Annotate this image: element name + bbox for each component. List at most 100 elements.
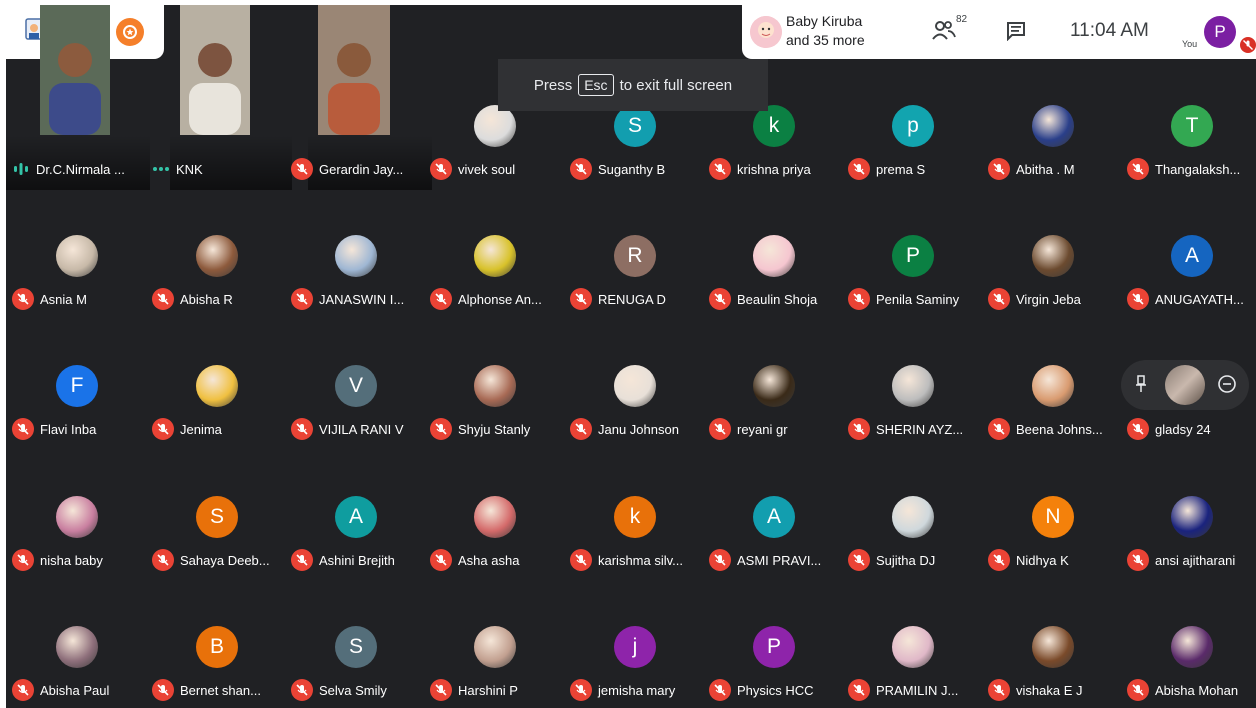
participant-name: Beaulin Shoja <box>737 291 818 307</box>
participant-tile[interactable]: Sujitha DJ <box>842 451 982 581</box>
chat-button[interactable] <box>1006 21 1026 46</box>
toast-press: Press <box>533 76 573 94</box>
muted-mic-icon <box>848 158 870 180</box>
participant-name-row: Asha asha <box>430 549 519 571</box>
participant-name: Ashini Brejith <box>319 552 395 568</box>
presenter-info[interactable]: Baby Kiruba and 35 more <box>786 12 865 50</box>
participant-initial-avatar: T <box>1171 105 1213 147</box>
muted-mic-icon <box>152 418 174 440</box>
presenter-others: and 35 more <box>786 32 865 48</box>
muted-mic-icon <box>709 418 731 440</box>
muted-mic-icon <box>709 679 731 701</box>
participant-tile[interactable]: Jenima <box>146 320 286 450</box>
participant-tile[interactable]: k karishma silv... <box>564 451 704 581</box>
meeting-stage: Baby Kiruba and 35 more 82 11:04 AM You … <box>6 5 1256 708</box>
participant-tile[interactable]: B Bernet shan... <box>146 581 286 708</box>
participant-photo-avatar <box>56 235 98 277</box>
participant-name: KNK <box>176 161 203 177</box>
participant-tile[interactable]: Shyju Stanly <box>424 320 564 450</box>
participant-name-row: Abisha Paul <box>12 679 109 701</box>
participant-photo-avatar <box>335 235 377 277</box>
participant-tile[interactable]: PRAMILIN J... <box>842 581 982 708</box>
speaking-icon <box>14 163 28 175</box>
participant-name-row: ANUGAYATH... <box>1127 288 1244 310</box>
participant-name: Gerardin Jay... <box>319 161 404 177</box>
participant-photo-avatar <box>1032 105 1074 147</box>
participant-tile[interactable]: Asha asha <box>424 451 564 581</box>
participant-tile[interactable]: gladsy 24 <box>1121 320 1256 450</box>
participant-tile[interactable]: S Sahaya Deeb... <box>146 451 286 581</box>
muted-mic-icon <box>1127 549 1149 571</box>
esc-key: Esc <box>578 74 614 96</box>
muted-mic-icon <box>1127 158 1149 180</box>
participant-tile[interactable]: R RENUGA D <box>564 190 704 320</box>
participant-photo-avatar <box>892 365 934 407</box>
participant-photo-avatar <box>1032 626 1074 668</box>
participant-tile[interactable]: ansi ajitharani <box>1121 451 1256 581</box>
participant-tile[interactable]: p prema S <box>842 60 982 190</box>
muted-mic-icon <box>988 158 1010 180</box>
participant-name-row: Sahaya Deeb... <box>152 549 270 571</box>
you-label: You <box>1182 39 1198 49</box>
participant-name: Virgin Jeba <box>1016 291 1081 307</box>
participant-tile[interactable]: vishaka E J <box>982 581 1122 708</box>
participant-tile[interactable]: SHERIN AYZ... <box>842 320 982 450</box>
participant-photo-avatar <box>892 626 934 668</box>
participant-tile[interactable]: Dr.C.Nirmala ... <box>6 5 150 190</box>
muted-mic-icon <box>430 158 452 180</box>
participant-tile[interactable]: A ASMI PRAVI... <box>703 451 843 581</box>
self-muted-icon <box>1240 37 1256 53</box>
participant-photo-avatar <box>474 235 516 277</box>
participant-tile[interactable]: Abisha R <box>146 190 286 320</box>
participant-name: gladsy 24 <box>1155 421 1211 437</box>
participant-tile[interactable]: N Nidhya K <box>982 451 1122 581</box>
participant-tile[interactable]: KNK <box>146 5 292 190</box>
participant-tile[interactable]: Harshini P <box>424 581 564 708</box>
audio-dots-icon <box>153 167 169 171</box>
participant-tile[interactable]: V VIJILA RANI V <box>285 320 425 450</box>
self-avatar[interactable]: P <box>1204 16 1236 48</box>
participant-initial-avatar: P <box>753 626 795 668</box>
participant-name-row: Flavi Inba <box>12 418 96 440</box>
participant-tile[interactable]: A Ashini Brejith <box>285 451 425 581</box>
participant-tile[interactable]: j jemisha mary <box>564 581 704 708</box>
participant-name: Selva Smily <box>319 682 387 698</box>
muted-mic-icon <box>570 418 592 440</box>
participant-tile[interactable]: Janu Johnson <box>564 320 704 450</box>
participant-tile[interactable]: reyani gr <box>703 320 843 450</box>
participant-tile[interactable]: Abisha Mohan <box>1121 581 1256 708</box>
people-button[interactable]: 82 <box>932 14 967 46</box>
participant-tile[interactable]: Abitha . M <box>982 60 1122 190</box>
participant-tile[interactable]: JANASWIN I... <box>285 190 425 320</box>
participant-tile[interactable]: nisha baby <box>6 451 146 581</box>
participant-name: Asnia M <box>40 291 87 307</box>
participant-name: Abisha Mohan <box>1155 682 1239 698</box>
participant-tile[interactable]: Gerardin Jay... <box>285 5 432 190</box>
pin-icon[interactable] <box>1135 375 1147 393</box>
participant-tile[interactable]: Beaulin Shoja <box>703 190 843 320</box>
participant-name-row: Ashini Brejith <box>291 549 395 571</box>
participant-initial-avatar: p <box>892 105 934 147</box>
participant-tile[interactable]: Alphonse An... <box>424 190 564 320</box>
participant-tile[interactable]: S Selva Smily <box>285 581 425 708</box>
participant-tile[interactable]: Virgin Jeba <box>982 190 1122 320</box>
participant-initial-avatar: N <box>1032 496 1074 538</box>
participant-tile[interactable]: F Flavi Inba <box>6 320 146 450</box>
participant-initial-avatar: F <box>56 365 98 407</box>
participant-tile[interactable]: P Penila Saminy <box>842 190 982 320</box>
participant-tile[interactable]: Abisha Paul <box>6 581 146 708</box>
muted-mic-icon <box>430 288 452 310</box>
participant-tile[interactable]: Asnia M <box>6 190 146 320</box>
remove-icon[interactable] <box>1217 374 1237 394</box>
participant-name: jemisha mary <box>598 682 676 698</box>
participant-tile[interactable]: Beena Johns... <box>982 320 1122 450</box>
participant-name-row: ansi ajitharani <box>1127 549 1235 571</box>
participant-tile[interactable]: T Thangalaksh... <box>1121 60 1256 190</box>
participant-name: Suganthy B <box>598 161 666 177</box>
participant-tile[interactable]: A ANUGAYATH... <box>1121 190 1256 320</box>
participant-name-row: Abisha Mohan <box>1127 679 1238 701</box>
participant-tile[interactable]: P Physics HCC <box>703 581 843 708</box>
extension-star-button[interactable] <box>116 18 144 46</box>
participant-initial-avatar: S <box>196 496 238 538</box>
toast-message: to exit full screen <box>619 76 733 94</box>
